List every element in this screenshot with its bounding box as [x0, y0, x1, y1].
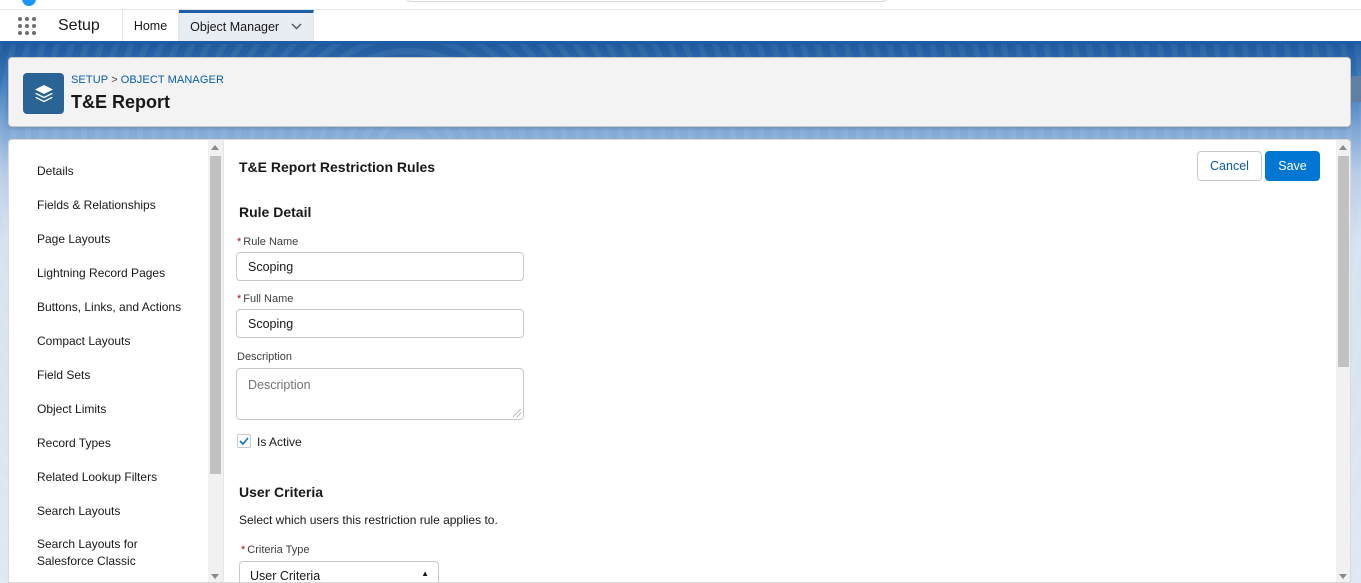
sidebar-item-fields-relationships[interactable]: Fields & Relationships	[37, 197, 197, 214]
breadcrumb: SETUP > OBJECT MANAGER	[71, 74, 224, 86]
chevron-down-icon[interactable]	[291, 21, 302, 33]
select-caret-icon: ▲	[421, 569, 429, 578]
content-scrollbar-thumb[interactable]	[1338, 156, 1349, 367]
scroll-up-icon[interactable]	[211, 145, 219, 150]
restriction-rule-form: T&E Report Restriction Rules Cancel Save…	[224, 140, 1336, 583]
rule-name-label-text: Rule Name	[243, 236, 299, 248]
salesforce-logo-icon[interactable]	[22, 0, 36, 6]
global-search-input[interactable]	[405, 0, 888, 2]
criteria-type-value: User Criteria	[250, 569, 321, 583]
page-title: T&E Report	[71, 92, 170, 112]
rule-detail-heading: Rule Detail	[239, 204, 312, 220]
breadcrumb-setup-link[interactable]: SETUP	[71, 74, 108, 86]
context-navigation: Setup Home Object Manager	[0, 10, 1361, 44]
sidebar-scrollbar-thumb[interactable]	[210, 156, 221, 474]
app-launcher-button[interactable]	[0, 10, 54, 41]
rule-name-input[interactable]: Scoping	[236, 252, 524, 281]
sidebar-item-buttons-links-actions[interactable]: Buttons, Links, and Actions	[37, 299, 197, 316]
checkmark-icon	[239, 437, 249, 445]
sidebar-item-search-layouts-classic[interactable]: Search Layouts for Salesforce Classic	[37, 536, 157, 570]
tab-home-label: Home	[133, 18, 168, 33]
required-marker: *	[237, 293, 242, 305]
waffle-icon	[18, 16, 36, 35]
criteria-type-label-text: Criteria Type	[247, 544, 310, 556]
is-active-label: Is Active	[257, 435, 302, 449]
main-panel: Details Fields & Relationships Page Layo…	[8, 139, 1351, 583]
sidebar-scrollbar[interactable]	[208, 140, 223, 582]
sidebar-item-record-types[interactable]: Record Types	[37, 435, 197, 452]
tab-home[interactable]: Home	[123, 10, 180, 41]
utility-tab[interactable]	[1351, 76, 1361, 102]
sidebar-item-related-lookup-filters[interactable]: Related Lookup Filters	[37, 469, 197, 486]
scroll-down-icon[interactable]	[1339, 574, 1347, 579]
layers-icon	[23, 73, 64, 114]
criteria-type-label: * Criteria Type	[241, 544, 309, 556]
rule-name-label: * Rule Name	[237, 236, 298, 248]
scroll-down-icon[interactable]	[211, 574, 219, 579]
cancel-button[interactable]: Cancel	[1197, 151, 1262, 181]
global-header	[0, 0, 1361, 10]
full-name-input[interactable]: Scoping	[236, 309, 524, 338]
tab-object-manager-label: Object Manager	[190, 20, 280, 34]
app-name: Setup	[54, 10, 123, 41]
resize-handle-icon[interactable]	[513, 409, 521, 417]
sidebar-item-page-layouts[interactable]: Page Layouts	[37, 231, 197, 248]
breadcrumb-separator: >	[111, 74, 118, 86]
tab-object-manager[interactable]: Object Manager	[179, 10, 315, 41]
form-title: T&E Report Restriction Rules	[239, 159, 436, 175]
sidebar-item-field-sets[interactable]: Field Sets	[37, 367, 197, 384]
save-button[interactable]: Save	[1265, 151, 1320, 181]
object-header: SETUP > OBJECT MANAGER T&E Report	[8, 57, 1351, 127]
criteria-type-select[interactable]: User Criteria ▲	[239, 561, 439, 583]
description-textarea[interactable]: Description	[236, 368, 524, 420]
breadcrumb-object-manager-link[interactable]: OBJECT MANAGER	[121, 74, 224, 86]
sidebar-item-object-limits[interactable]: Object Limits	[37, 401, 197, 418]
is-active-checkbox[interactable]	[237, 434, 251, 448]
scroll-up-icon[interactable]	[1339, 145, 1347, 150]
description-label: Description	[237, 351, 293, 363]
required-marker: *	[241, 544, 246, 556]
user-criteria-heading: User Criteria	[239, 484, 324, 500]
content-scrollbar[interactable]	[1336, 140, 1350, 582]
full-name-label: * Full Name	[237, 293, 293, 305]
description-placeholder: Description	[248, 378, 311, 392]
sidebar-item-compact-layouts[interactable]: Compact Layouts	[37, 333, 197, 350]
sidebar-item-lightning-record-pages[interactable]: Lightning Record Pages	[37, 265, 197, 282]
sidebar-item-search-layouts[interactable]: Search Layouts	[37, 503, 197, 520]
user-criteria-help-text: Select which users this restriction rule…	[239, 513, 498, 527]
object-manager-sidebar: Details Fields & Relationships Page Layo…	[9, 140, 208, 582]
required-marker: *	[237, 236, 242, 248]
sidebar-item-details[interactable]: Details	[37, 163, 197, 180]
full-name-label-text: Full Name	[243, 293, 294, 305]
